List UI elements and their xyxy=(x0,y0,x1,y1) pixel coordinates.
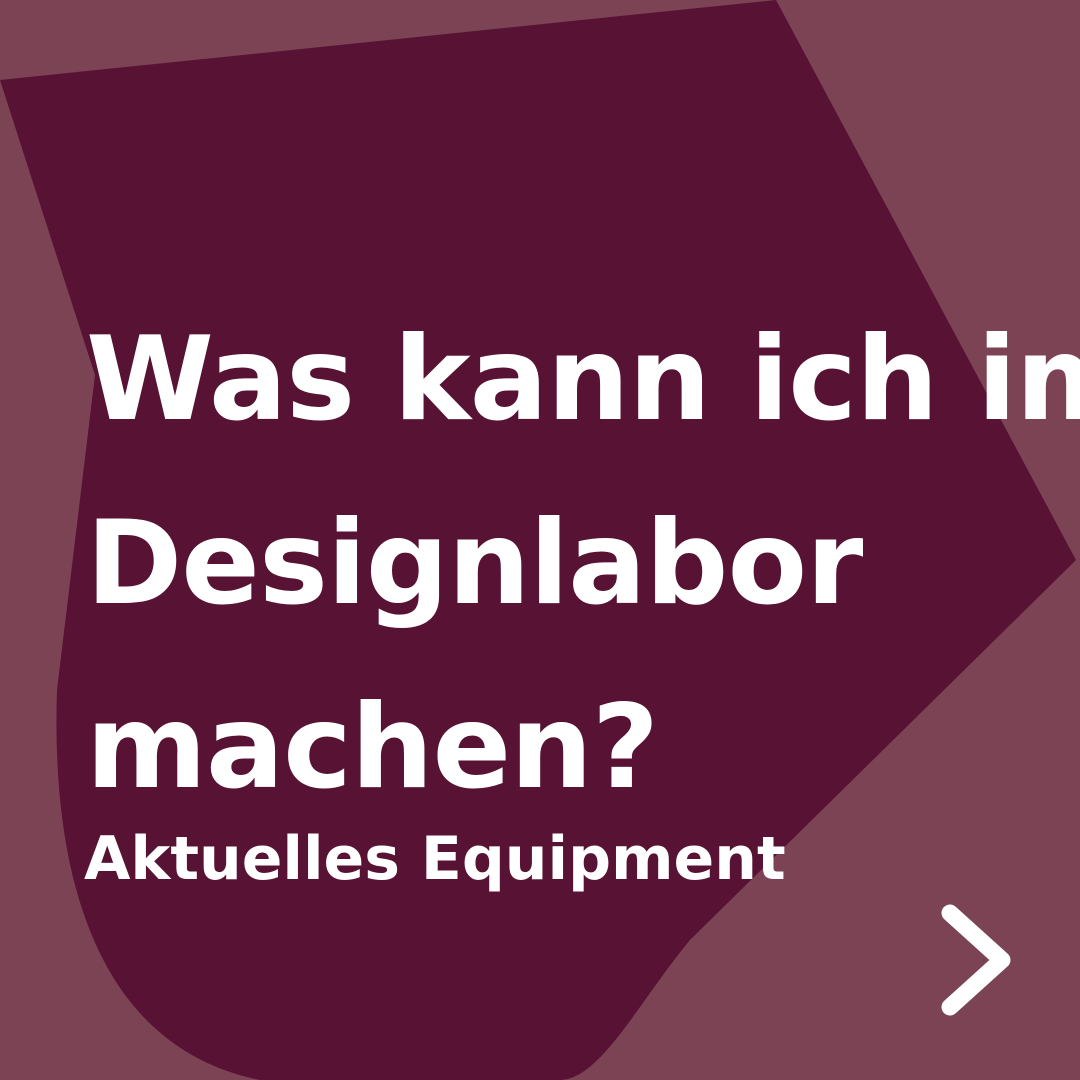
headline-line-1: Was kann ich im xyxy=(86,312,1080,447)
subline: Aktuelles Equipment xyxy=(84,824,786,894)
slide: Was kann ich im Designlabor machen? Aktu… xyxy=(0,0,1080,1080)
chevron-right-icon xyxy=(941,904,1011,1016)
headline-line-3: machen? xyxy=(86,680,659,815)
headline-line-2: Designlabor xyxy=(86,496,863,631)
next-button[interactable] xyxy=(930,895,1030,1025)
headline: Was kann ich im Designlabor machen? xyxy=(86,288,1080,840)
